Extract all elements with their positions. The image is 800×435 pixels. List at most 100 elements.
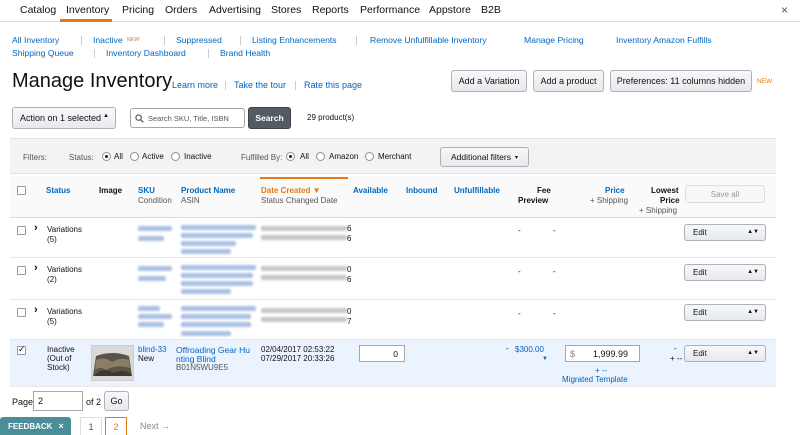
select-all-checkbox[interactable] xyxy=(17,186,26,195)
nav-orders[interactable]: Orders xyxy=(165,4,197,16)
fee-preview-value: - xyxy=(518,267,521,276)
column-available[interactable]: Available xyxy=(353,186,388,196)
redacted-date-created xyxy=(261,266,347,271)
status-filter-label: Status: xyxy=(69,153,94,162)
column-sku[interactable]: SKU xyxy=(138,186,155,196)
edit-button[interactable]: Edit ▲▼ xyxy=(684,264,766,281)
unfulfillable-dash: - xyxy=(506,344,509,353)
redacted-product-name xyxy=(181,314,251,319)
add-product-button[interactable]: Add a product xyxy=(533,70,604,92)
rate-page-link[interactable]: Rate this page xyxy=(304,80,362,90)
nav-pricing[interactable]: Pricing xyxy=(122,4,154,16)
subnav-inventory-dashboard[interactable]: Inventory Dashboard xyxy=(106,48,186,58)
sort-desc-icon: ▼ xyxy=(312,186,321,195)
expand-chevron-icon[interactable]: › xyxy=(34,223,38,234)
additional-filters-button[interactable]: Additional filters ▾ xyxy=(440,147,529,167)
up-down-arrow-icon: ▲▼ xyxy=(747,309,759,315)
close-icon[interactable]: × xyxy=(58,421,63,431)
subnav-listing-enhancements[interactable]: Listing Enhancements xyxy=(252,35,337,45)
redacted-sku xyxy=(138,314,172,319)
page-number-input[interactable]: 2 xyxy=(33,391,83,411)
status-active-radio[interactable] xyxy=(130,152,139,161)
row-status-1: Variations xyxy=(47,265,82,274)
fulfilled-merchant-radio[interactable] xyxy=(365,152,374,161)
feedback-tab[interactable]: FEEDBACK × xyxy=(0,417,71,435)
edit-label: Edit xyxy=(693,228,707,237)
subnav-inventory-amazon-fulfills[interactable]: Inventory Amazon Fulfills xyxy=(616,35,712,45)
status-changed-tail: 7 xyxy=(347,317,352,326)
column-date-created[interactable]: Date Created ▼ xyxy=(261,186,321,196)
fee-chevron-icon[interactable]: ▼ xyxy=(542,354,548,364)
learn-more-link[interactable]: Learn more xyxy=(172,80,218,90)
nav-catalog[interactable]: Catalog xyxy=(20,4,56,16)
subnav-manage-pricing[interactable]: Manage Pricing xyxy=(524,35,584,45)
status-active-label: Active xyxy=(142,152,164,161)
up-down-arrow-icon: ▲ xyxy=(103,113,109,119)
add-variation-button[interactable]: Add a Variation xyxy=(451,70,527,92)
subnav-all-inventory[interactable]: All Inventory xyxy=(12,35,59,45)
up-down-arrow-icon: ▲▼ xyxy=(747,229,759,235)
nav-advertising[interactable]: Advertising xyxy=(209,4,261,16)
divider xyxy=(356,36,357,45)
nav-inventory[interactable]: Inventory xyxy=(66,4,109,16)
available-quantity-input[interactable]: 0 xyxy=(359,345,405,362)
bulk-action-select[interactable]: Action on 1 selected ▲ xyxy=(12,107,116,129)
lowest-price-value: - xyxy=(674,344,677,353)
subnav-inactive[interactable]: Inactive NEW xyxy=(93,35,139,45)
divider xyxy=(225,81,226,90)
hunting-blind-thumbnail xyxy=(92,346,133,380)
date-created-tail: 6 xyxy=(347,224,352,233)
subnav-shipping-queue[interactable]: Shipping Queue xyxy=(12,48,74,58)
table-row-selected: Inactive (Out of Stock) blind-33 New Off… xyxy=(10,340,776,387)
page-total: of 2 xyxy=(86,397,102,407)
save-all-button[interactable]: Save all xyxy=(685,185,765,203)
fulfilled-all-radio[interactable] xyxy=(286,152,295,161)
subnav-suppressed[interactable]: Suppressed xyxy=(176,35,222,45)
date-created-label: Date Created xyxy=(261,186,311,195)
row-checkbox-checked[interactable] xyxy=(17,344,26,355)
fulfilled-amazon-radio[interactable] xyxy=(316,152,325,161)
redacted-sku xyxy=(138,226,172,231)
status-all-radio[interactable] xyxy=(102,152,111,161)
next-link[interactable]: Next → xyxy=(140,421,170,431)
search-input[interactable]: Search SKU, Title, ISBN xyxy=(130,108,245,128)
row-checkbox[interactable] xyxy=(17,266,26,275)
nav-stores[interactable]: Stores xyxy=(271,4,301,16)
nav-reports[interactable]: Reports xyxy=(312,4,349,16)
expand-chevron-icon[interactable]: › xyxy=(34,305,38,316)
column-inbound[interactable]: Inbound xyxy=(406,186,438,196)
preferences-button[interactable]: Preferences: 11 columns hidden xyxy=(610,70,752,92)
condition-value: New xyxy=(138,354,155,363)
edit-button[interactable]: Edit ▲▼ xyxy=(684,345,766,362)
migrated-template-link[interactable]: Migrated Template xyxy=(562,375,628,385)
subnav-brand-health[interactable]: Brand Health xyxy=(220,48,270,58)
column-product-name[interactable]: Product Name xyxy=(181,186,235,196)
edit-label: Edit xyxy=(693,349,707,358)
subnav-remove-unfulfillable[interactable]: Remove Unfulfillable Inventory xyxy=(370,35,487,45)
fulfilled-all-label: All xyxy=(300,152,309,161)
price-input[interactable]: $ 1,999.99 xyxy=(565,345,640,362)
edit-button[interactable]: Edit ▲▼ xyxy=(684,224,766,241)
close-icon[interactable]: × xyxy=(781,3,788,17)
redacted-product-name xyxy=(181,273,253,278)
product-image[interactable] xyxy=(91,345,134,381)
edit-button[interactable]: Edit ▲▼ xyxy=(684,304,766,321)
column-fee-preview-2: Preview xyxy=(518,196,549,205)
column-status[interactable]: Status xyxy=(46,186,70,196)
row-checkbox[interactable] xyxy=(17,226,26,235)
row-checkbox[interactable] xyxy=(17,308,26,317)
expand-chevron-icon[interactable]: › xyxy=(34,263,38,274)
take-tour-link[interactable]: Take the tour xyxy=(234,80,286,90)
nav-performance[interactable]: Performance xyxy=(360,4,420,16)
nav-b2b[interactable]: B2B xyxy=(481,4,501,16)
table-header: Status Image SKU Condition Product Name … xyxy=(10,176,776,218)
go-button[interactable]: Go xyxy=(104,391,129,411)
nav-appstore[interactable]: Appstore xyxy=(429,4,471,16)
column-price[interactable]: Price xyxy=(605,186,625,196)
search-button[interactable]: Search xyxy=(248,107,291,129)
column-unfulfillable[interactable]: Unfulfillable xyxy=(454,186,500,196)
fee-preview-link[interactable]: $300.00 xyxy=(515,345,544,355)
redacted-asin xyxy=(181,289,231,294)
page-1-link[interactable]: 1 xyxy=(80,417,102,435)
status-inactive-radio[interactable] xyxy=(171,152,180,161)
